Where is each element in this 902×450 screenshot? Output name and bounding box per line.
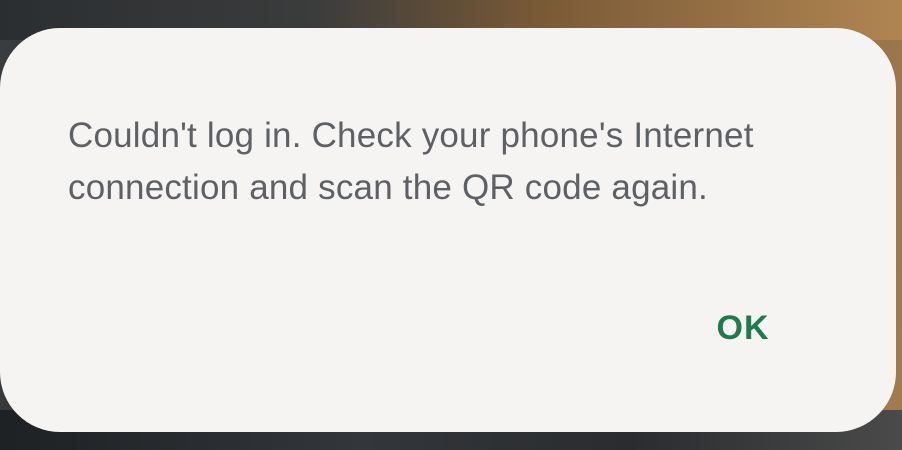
ok-button[interactable]: OK bbox=[700, 300, 786, 356]
dialog-message: Couldn't log in. Check your phone's Inte… bbox=[68, 116, 754, 207]
alert-dialog: Couldn't log in. Check your phone's Inte… bbox=[0, 28, 896, 432]
